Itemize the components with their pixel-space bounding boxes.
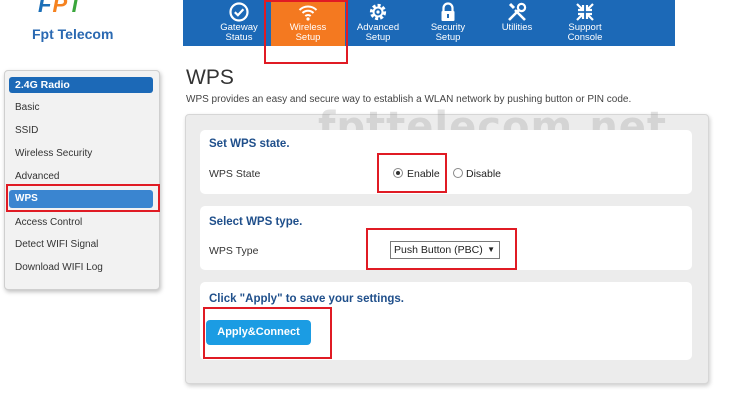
nav-label: Setup [435,32,461,43]
nav-security-setup[interactable]: Security Setup [423,0,473,46]
sidebar-item-detect-wifi-signal[interactable]: Detect WIFI Signal [15,239,98,250]
brand-name: Fpt Telecom [32,26,114,42]
sidebar-item-download-wifi-log[interactable]: Download WIFI Log [15,262,103,273]
wps-disable-label[interactable]: Disable [466,168,501,180]
nav-label: Console [567,32,603,43]
wps-type-label: WPS Type [209,245,259,257]
top-navigation: Gateway Status Wireless Setup Advanced S… [183,0,675,46]
sidebar-item-wps[interactable]: WPS [9,190,153,208]
sidebar-item-basic[interactable]: Basic [15,102,39,113]
dropdown-arrow-icon: ▼ [487,245,495,254]
check-circle-icon [229,2,249,22]
sidebar-item-wireless-security[interactable]: Wireless Security [15,148,92,159]
page-title: WPS [186,66,234,89]
nav-support-console[interactable]: Support Console [561,0,609,46]
nav-label: Utilities [501,22,533,33]
wps-enable-label[interactable]: Enable [407,168,440,180]
sidebar-header: 2.4G Radio [9,77,153,93]
gear-icon [369,3,387,21]
sidebar-item-ssid[interactable]: SSID [15,125,38,136]
nav-label: Setup [295,32,321,43]
sidebar-item-advanced[interactable]: Advanced [15,171,59,182]
lock-icon [441,2,455,21]
support-arrows-icon [576,3,594,21]
wps-type-section-title: Select WPS type. [209,216,303,228]
wps-disable-radio[interactable] [453,168,463,178]
sidebar-item-access-control[interactable]: Access Control [15,217,82,228]
wps-type-selected-value: Push Button (PBC) [394,244,483,256]
wps-type-select[interactable]: Push Button (PBC) ▼ [390,241,500,259]
wps-state-section-title: Set WPS state. [209,138,290,150]
apply-connect-button[interactable]: Apply&Connect [206,320,311,345]
nav-label: Status [225,32,253,43]
tools-icon [508,2,527,21]
wps-enable-radio[interactable] [393,168,403,178]
nav-gateway-status[interactable]: Gateway Status [217,0,261,46]
nav-utilities[interactable]: Utilities [493,0,541,46]
wps-state-label: WPS State [209,168,261,180]
nav-wireless-setup[interactable]: Wireless Setup [271,0,345,46]
nav-label: Setup [365,32,391,43]
apply-note: Click "Apply" to save your settings. [209,293,404,305]
nav-advanced-setup[interactable]: Advanced Setup [353,0,403,46]
logo: FPT Fpt Telecom [0,0,150,46]
wifi-icon [298,5,318,21]
fpt-logo-mark: FPT [38,0,83,17]
